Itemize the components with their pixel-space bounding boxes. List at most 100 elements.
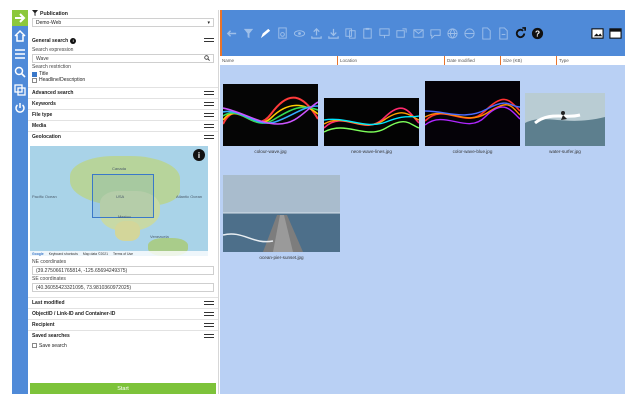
section-media[interactable]: Media xyxy=(28,120,218,131)
presentation-icon[interactable] xyxy=(377,26,391,40)
column-name[interactable]: Name xyxy=(220,56,338,65)
collapse-icon[interactable] xyxy=(204,37,214,44)
section-object-id[interactable]: ObjectID / Link-ID and Container-ID xyxy=(28,308,218,319)
view-thumbnails-icon[interactable] xyxy=(590,26,604,40)
general-search-label: General search xyxy=(32,37,69,44)
thumbnail-item[interactable]: colour-wave.jpg xyxy=(223,84,318,154)
expand-icon[interactable] xyxy=(204,300,214,307)
map-attribution: Google Keyboard shortcuts Map data ©2021… xyxy=(30,251,208,256)
section-label: ObjectID / Link-ID and Container-ID xyxy=(32,311,116,317)
map-label-atlantic: Atlantic Ocean xyxy=(176,194,203,199)
home-icon[interactable] xyxy=(12,28,28,44)
section-label: Keywords xyxy=(32,101,56,107)
section-label: File type xyxy=(32,112,53,118)
share-icon[interactable] xyxy=(394,26,408,40)
back-icon[interactable] xyxy=(224,26,238,40)
expand-icon[interactable] xyxy=(204,101,214,108)
app: Publication Demo-Web ▾ General search i … xyxy=(0,0,625,394)
restriction-headline-checkbox[interactable] xyxy=(32,77,37,83)
se-coordinates-label: SE coordinates xyxy=(32,276,66,282)
terms-link[interactable]: Terms of Use xyxy=(113,252,133,256)
restriction-title-checkbox[interactable] xyxy=(32,71,37,77)
comment-icon[interactable] xyxy=(428,26,442,40)
se-coordinates-value: (40.36055423321095, 73.9810360972025) xyxy=(36,284,132,291)
search-expression-value: Wave xyxy=(36,55,49,62)
thumbnail-item[interactable]: ocean-pier-sunset.jpg xyxy=(223,175,340,260)
file-icon[interactable] xyxy=(479,26,493,40)
search-panel: Publication Demo-Web ▾ General search i … xyxy=(28,10,219,394)
file-alt-icon[interactable] xyxy=(496,26,510,40)
thumbnail-item[interactable]: neon-wave-lines.jpg xyxy=(324,98,419,154)
section-geolocation[interactable]: Geolocation xyxy=(28,131,218,142)
chevron-down-icon: ▾ xyxy=(207,19,210,26)
section-label: Advanced search xyxy=(32,90,74,96)
filter-icon[interactable] xyxy=(241,26,255,40)
expand-icon[interactable] xyxy=(204,112,214,119)
thumbnail-caption: color-wave-blue.jpg xyxy=(452,149,493,154)
eye-icon[interactable] xyxy=(292,26,306,40)
thumbnail-caption: neon-wave-lines.jpg xyxy=(351,149,392,154)
section-label: Geolocation xyxy=(32,134,61,140)
search-icon[interactable] xyxy=(204,54,210,63)
section-saved-searches[interactable]: Saved searches xyxy=(28,330,218,341)
globe-icon[interactable] xyxy=(445,26,459,40)
clipboard-icon[interactable] xyxy=(360,26,374,40)
results-area: ? Name Location Date modified Size (KB) … xyxy=(220,10,625,394)
save-search-checkbox[interactable] xyxy=(32,343,37,348)
expand-icon[interactable] xyxy=(204,123,214,130)
expand-icon[interactable] xyxy=(204,90,214,97)
section-keywords[interactable]: Keywords xyxy=(28,98,218,109)
help-icon[interactable]: ? xyxy=(530,26,544,40)
menu-icon[interactable] xyxy=(12,46,28,62)
column-type[interactable]: Type xyxy=(557,56,597,65)
download-icon[interactable] xyxy=(326,26,340,40)
geolocation-map[interactable]: Canada USA Mexico Pacific Ocean Atlantic… xyxy=(30,146,208,256)
thumbnail-image xyxy=(223,175,340,252)
expand-icon[interactable] xyxy=(204,322,214,329)
google-logo: Google xyxy=(32,251,44,256)
copy-icon[interactable] xyxy=(12,82,28,98)
power-icon[interactable] xyxy=(12,100,28,116)
pen-icon[interactable] xyxy=(258,26,272,40)
globe-alt-icon[interactable] xyxy=(462,26,476,40)
thumbnail-item[interactable]: color-wave-blue.jpg xyxy=(425,81,520,154)
arrow-right-icon[interactable] xyxy=(12,10,28,26)
publication-select[interactable]: Demo-Web ▾ xyxy=(32,18,214,27)
section-label: Last modified xyxy=(32,300,65,306)
section-file-type[interactable]: File type xyxy=(28,109,218,120)
column-location[interactable]: Location xyxy=(338,56,445,65)
ne-coordinates-value: (39.2750661765814, -125.65694249375) xyxy=(36,267,128,274)
upload-icon[interactable] xyxy=(309,26,323,40)
collapse-icon[interactable] xyxy=(204,134,214,141)
section-last-modified[interactable]: Last modified xyxy=(28,297,218,308)
general-search-header[interactable]: General search i xyxy=(28,35,218,46)
copy-doc-icon[interactable] xyxy=(343,26,357,40)
column-size[interactable]: Size (KB) xyxy=(501,56,557,65)
keyboard-shortcuts-link[interactable]: Keyboard shortcuts xyxy=(49,252,78,256)
expand-icon[interactable] xyxy=(204,333,214,340)
section-recipient[interactable]: Recipient xyxy=(28,319,218,330)
restriction-headline-label: Headline/Description xyxy=(39,77,86,83)
save-search-option[interactable]: Save search xyxy=(28,341,218,350)
refresh-icon[interactable] xyxy=(513,26,527,40)
map-label-pacific: Pacific Ocean xyxy=(32,194,57,199)
section-label: Media xyxy=(32,123,47,129)
map-info-icon[interactable]: i xyxy=(193,149,205,161)
expand-icon[interactable] xyxy=(204,311,214,318)
search-expression-input[interactable]: Wave xyxy=(32,54,214,63)
thumbnail-image xyxy=(425,81,520,146)
document-search-icon[interactable] xyxy=(275,26,289,40)
panel-layout-icon[interactable] xyxy=(608,26,622,40)
ne-coordinates-input[interactable]: (39.2750661765814, -125.65694249375) xyxy=(32,266,214,275)
thumbnail-image xyxy=(223,84,318,146)
map-data-text: Map data ©2021 xyxy=(82,251,109,256)
thumbnail-item[interactable]: water-surfer.jpg xyxy=(525,93,605,154)
section-advanced-search[interactable]: Advanced search xyxy=(28,87,218,98)
search-icon[interactable] xyxy=(12,64,28,80)
mail-icon[interactable] xyxy=(411,26,425,40)
info-icon[interactable]: i xyxy=(70,37,77,44)
column-date-modified[interactable]: Date modified xyxy=(445,56,501,65)
se-coordinates-input[interactable]: (40.36055423321095, 73.9810360972025) xyxy=(32,283,214,292)
start-button[interactable]: Start xyxy=(30,383,216,394)
toolbar: ? xyxy=(220,10,625,56)
